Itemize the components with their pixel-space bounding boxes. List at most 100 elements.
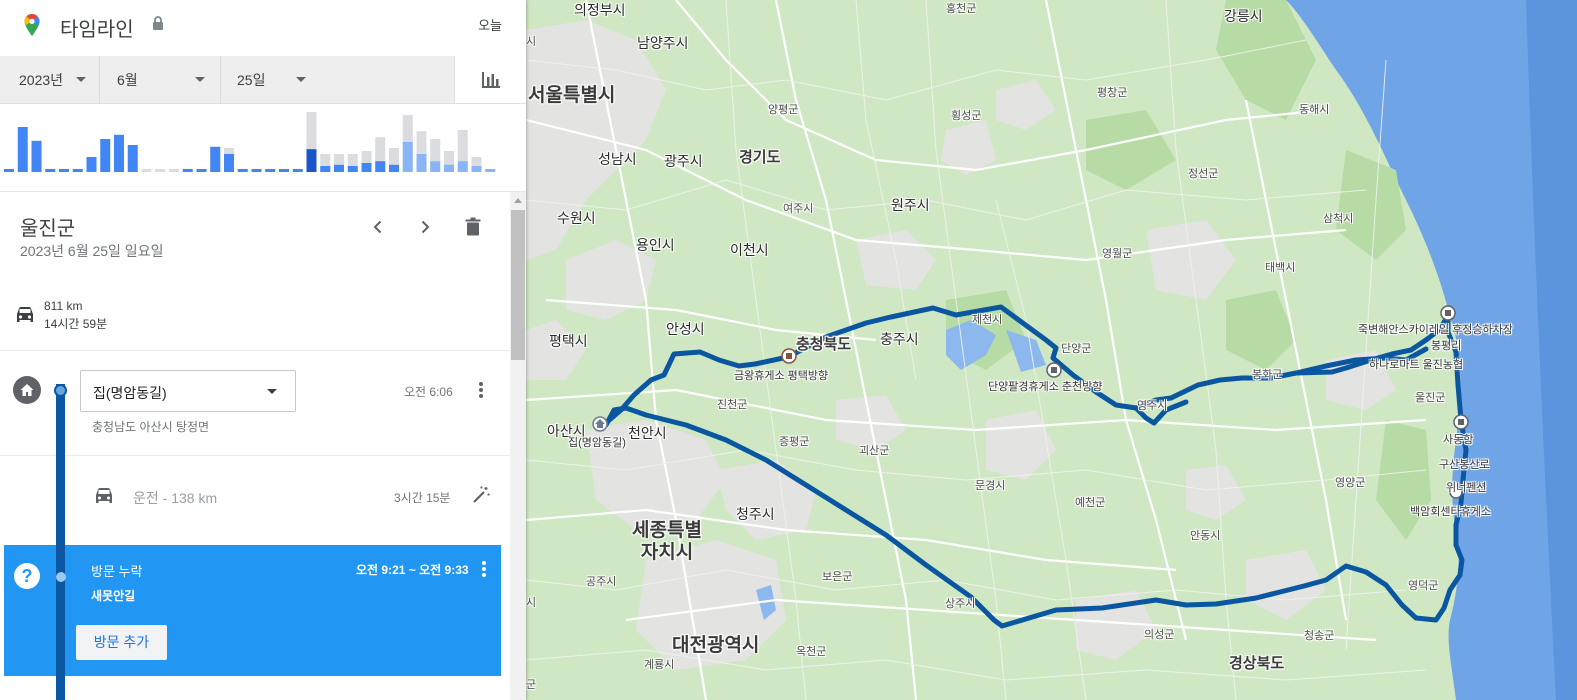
histogram-bar[interactable] — [361, 163, 372, 172]
scroll-up-arrow-icon[interactable] — [514, 198, 522, 203]
histogram-bar[interactable] — [210, 146, 221, 172]
histogram-bar[interactable] — [402, 142, 413, 172]
histogram-bar[interactable] — [320, 166, 331, 172]
map-label-county: 계룡시 — [644, 659, 675, 671]
scrollbar-thumb[interactable] — [511, 210, 525, 360]
lock-icon — [153, 16, 163, 30]
summary-duration: 14시간 59분 — [44, 317, 108, 331]
month-value: 6월 — [117, 72, 138, 88]
histogram-bar[interactable] — [182, 169, 193, 172]
map-label-city: 수원시 — [557, 210, 596, 226]
histogram-bar[interactable] — [31, 140, 42, 172]
map-label-county: 삼척시 — [1323, 213, 1354, 225]
chevron-right-icon[interactable] — [412, 214, 438, 240]
question-icon: ? — [14, 563, 40, 589]
histogram-bar[interactable] — [457, 161, 468, 172]
caret-down-icon — [267, 389, 277, 394]
histogram-bar[interactable] — [155, 169, 166, 172]
histogram-bar[interactable] — [471, 166, 482, 172]
histogram-bar[interactable] — [375, 161, 386, 172]
histogram-bar[interactable] — [4, 169, 14, 172]
map-label-poi[interactable]: 위너펜션 — [1446, 479, 1486, 495]
chevron-left-icon[interactable] — [365, 214, 391, 240]
map-label-poi[interactable]: 봉평리 — [1431, 337, 1461, 353]
map-label-poi[interactable]: 하나로마트 울진농협 — [1369, 356, 1463, 372]
histogram-bar[interactable] — [389, 164, 399, 172]
map-label-county: 영월군 — [1102, 248, 1133, 260]
histogram-bar[interactable] — [224, 154, 234, 172]
timeline-dot — [54, 384, 67, 397]
map-label-poi[interactable]: 단양팔경휴게소 춘천방향 — [988, 378, 1102, 394]
histogram-bar[interactable] — [306, 149, 317, 172]
histogram-bar[interactable] — [430, 161, 441, 172]
map-label-city: 용인시 — [636, 237, 675, 253]
histogram-bar[interactable] — [265, 169, 276, 172]
map-label-city: 청주시 — [736, 506, 775, 522]
map-label-poi[interactable]: 금왕휴게소 평택방향 — [734, 367, 828, 383]
drive-duration: 3시간 15분 — [394, 491, 451, 505]
add-visit-button[interactable]: 방문 추가 — [76, 625, 167, 660]
missing-visit-card[interactable]: ? 방문 누락 새못안길 오전 9:21 ~ 오전 9:33 방문 추가 — [4, 545, 501, 676]
drive-segment-label[interactable]: 운전 - 138 km — [133, 488, 217, 508]
histogram-bar[interactable] — [45, 169, 56, 172]
missing-visit-title: 방문 누락 — [91, 564, 143, 579]
car-icon — [17, 307, 33, 322]
map-label-poi[interactable]: 구산봉산로 — [1439, 456, 1490, 472]
map-label-county: 봉화군 — [1252, 369, 1283, 381]
map-label-poi[interactable]: 백암회센타휴게소 — [1410, 503, 1491, 519]
histogram-bar[interactable] — [59, 169, 69, 172]
timeline-panel: 타임라인 오늘 2023년 6월 25일 울진군 2023년 6월 25일 일요… — [0, 0, 526, 700]
histogram-bar[interactable] — [100, 139, 111, 172]
histogram-bar[interactable] — [279, 169, 289, 172]
histogram-bar[interactable] — [416, 154, 427, 172]
histogram-bar[interactable] — [237, 169, 248, 172]
histogram-bar[interactable] — [72, 169, 83, 172]
map-label-poi[interactable]: 사동항 — [1443, 431, 1473, 447]
year-dropdown[interactable]: 2023년 — [0, 56, 100, 104]
date-selector-bar: 2023년 6월 25일 — [0, 56, 526, 104]
histogram-bar[interactable] — [251, 169, 262, 172]
more-vert-icon[interactable] — [476, 557, 492, 581]
missing-visit-time: 오전 9:21 ~ 오전 9:33 — [356, 563, 469, 577]
map-label-county: 영주시 — [1137, 400, 1168, 412]
panel-scrollbar[interactable] — [510, 192, 526, 700]
map-label-county: 태백시 — [1265, 262, 1296, 274]
today-button[interactable]: 오늘 — [478, 15, 502, 34]
more-vert-icon[interactable] — [472, 378, 490, 402]
histogram-chart — [4, 112, 496, 172]
place-name-dropdown[interactable]: 집(명암동길) — [80, 370, 296, 412]
histogram-bar[interactable] — [127, 145, 138, 172]
map-label-county: 청송군 — [1304, 630, 1335, 642]
day-place-title: 울진군 — [20, 218, 76, 240]
map-label-county: 단양군 — [1061, 343, 1092, 355]
map-label-county: 횡성군 — [951, 110, 982, 122]
histogram-bar[interactable] — [86, 157, 97, 172]
map-label-poi[interactable]: 죽변해안스카이레일 후정승하차장 — [1358, 321, 1513, 337]
histogram-bar[interactable] — [141, 169, 152, 172]
map-view[interactable]: 서울특별시 경기도 충청북도 세종특별 자치시 대전광역시 경상북도 의정부시 … — [526, 0, 1577, 700]
histogram-bar[interactable] — [196, 169, 207, 172]
histogram-bar[interactable] — [485, 169, 496, 172]
activity-histogram — [0, 104, 526, 192]
day-dropdown[interactable]: 25일 — [221, 56, 321, 104]
map-label-county: 옥천군 — [796, 646, 827, 658]
bar-chart-icon — [482, 72, 500, 88]
histogram-bar[interactable] — [347, 166, 358, 172]
histogram-bar[interactable] — [17, 127, 28, 172]
map-canvas[interactable] — [526, 0, 1577, 700]
stats-button[interactable] — [454, 56, 526, 104]
map-label-poi[interactable]: 집(명암동길) — [568, 434, 626, 450]
place-name-value: 집(명암동길) — [93, 385, 167, 401]
histogram-bar[interactable] — [292, 169, 303, 172]
histogram-bar[interactable] — [114, 134, 124, 172]
histogram-bar[interactable] — [334, 164, 344, 172]
map-label-city: 이천시 — [730, 242, 769, 258]
map-label-city: 충주시 — [880, 331, 919, 347]
month-dropdown[interactable]: 6월 — [100, 56, 221, 104]
histogram-bar[interactable] — [169, 169, 179, 172]
magic-wand-icon[interactable] — [471, 485, 491, 505]
trash-icon[interactable] — [460, 214, 486, 240]
histogram-bar[interactable] — [444, 164, 454, 172]
map-label-county: 동해시 — [1299, 104, 1330, 116]
map-label-county: 제천시 — [972, 314, 1003, 326]
